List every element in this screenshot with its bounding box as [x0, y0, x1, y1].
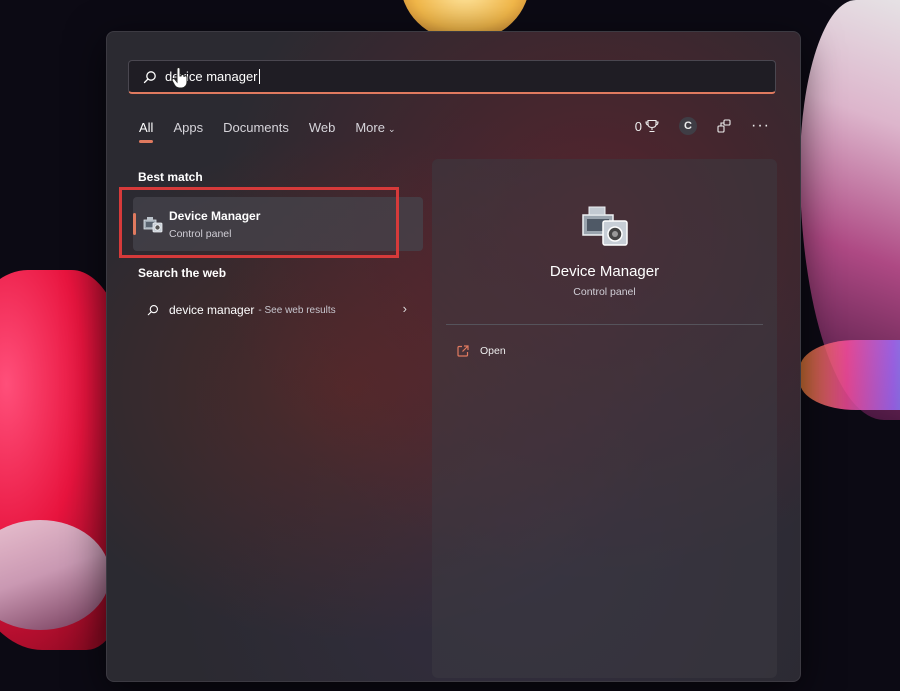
tab-documents[interactable]: Documents — [223, 120, 289, 141]
search-toolbar: 0 C ··· — [635, 117, 770, 135]
tab-all[interactable]: All — [139, 120, 154, 143]
tab-label: Documents — [223, 120, 289, 135]
ellipsis-icon: ··· — [751, 117, 770, 134]
tab-web[interactable]: Web — [309, 120, 336, 141]
search-web-heading: Search the web — [138, 266, 227, 280]
search-panel: device manager All Apps Documents Web Mo… — [106, 31, 801, 682]
tab-apps[interactable]: Apps — [173, 120, 203, 141]
more-options-button[interactable]: ··· — [751, 117, 770, 135]
web-search-result[interactable]: device manager - See web results › — [147, 301, 407, 318]
best-match-heading: Best match — [138, 170, 203, 184]
search-icon — [143, 70, 156, 83]
tab-label: Web — [308, 120, 336, 135]
detail-subtitle: Control panel — [573, 286, 636, 298]
divider — [446, 324, 763, 325]
rewards-button[interactable]: 0 — [635, 119, 659, 134]
tab-more[interactable]: More ⌄ — [355, 120, 395, 141]
result-detail-pane: Device Manager Control panel Open — [432, 159, 777, 678]
chevron-down-icon: ⌄ — [387, 124, 396, 134]
chevron-right-icon: › — [402, 301, 407, 316]
open-label: Open — [480, 345, 506, 357]
search-icon — [147, 304, 159, 316]
web-results-hint: - See web results — [258, 304, 336, 316]
web-query-text: device manager — [169, 303, 255, 317]
trophy-icon — [645, 119, 659, 133]
detail-title: Device Manager — [549, 263, 660, 280]
open-action[interactable]: Open — [457, 345, 506, 357]
search-box[interactable]: device manager — [128, 60, 776, 94]
rewards-count: 0 — [634, 118, 643, 134]
share-network-icon — [717, 119, 731, 133]
wallpaper-petal — [800, 340, 900, 410]
tab-label: More — [355, 120, 385, 135]
hand-cursor-icon — [171, 67, 188, 89]
open-external-icon — [457, 345, 469, 357]
tab-label: Apps — [173, 120, 204, 135]
tab-label: All — [139, 120, 154, 135]
annotation-highlight-box — [119, 187, 399, 258]
text-caret — [258, 69, 260, 84]
account-avatar: C — [679, 117, 698, 135]
device-manager-icon — [582, 206, 628, 246]
search-filter-tabs: All Apps Documents Web More ⌄ — [139, 120, 416, 143]
share-button[interactable] — [717, 119, 731, 133]
account-button[interactable]: C — [679, 117, 698, 135]
